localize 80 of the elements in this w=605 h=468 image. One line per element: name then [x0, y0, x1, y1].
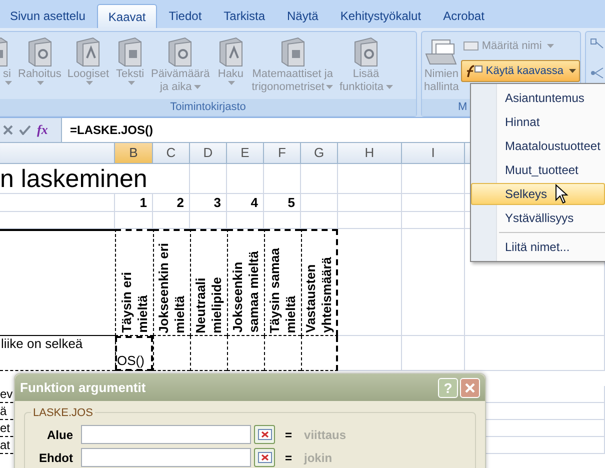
- group-label: Toimintokirjasto: [0, 99, 416, 116]
- close-icon: [465, 382, 475, 392]
- menu-item[interactable]: Selkeys: [471, 183, 605, 205]
- cell-text: 2: [176, 195, 184, 210]
- argument-label: Ehdot: [38, 450, 74, 466]
- grid-cell: [301, 212, 338, 229]
- ribbon-tab[interactable]: Kehitystyökalut: [330, 4, 432, 28]
- caret-icon: [86, 81, 93, 85]
- grid-cell: [338, 336, 402, 371]
- caret-icon: [546, 44, 554, 48]
- argument-result: jokin: [304, 450, 332, 466]
- caret-icon: [128, 81, 135, 85]
- caret-icon: [568, 69, 576, 73]
- function-icon: [464, 64, 483, 78]
- column-header[interactable]: I: [402, 143, 465, 163]
- collapse-dialog-button[interactable]: [254, 425, 275, 444]
- cell-text: 5: [288, 195, 295, 210]
- mouse-pointer-icon: [555, 184, 569, 204]
- menu-item[interactable]: Liitä nimet...: [471, 236, 605, 258]
- column-header[interactable]: D: [190, 143, 227, 163]
- ribbon-tab[interactable]: Tarkista: [214, 4, 275, 28]
- argument-result: viittaus: [304, 426, 346, 444]
- cell-text: ev: [0, 387, 13, 401]
- grid-cell: [338, 164, 402, 194]
- grid-cell: [338, 212, 402, 229]
- cell-text: 4: [250, 195, 258, 210]
- ribbon-tab[interactable]: Acrobat: [433, 4, 494, 28]
- caret-icon: [326, 85, 334, 90]
- cell-text: et: [0, 421, 10, 435]
- argument-field[interactable]: [81, 448, 251, 467]
- menu-item[interactable]: Muut_tuotteet: [471, 159, 605, 181]
- column-heading-text: Täysin eri mieltä: [118, 272, 150, 333]
- menu-item[interactable]: Maataloustuotteet: [471, 135, 605, 157]
- formula-text: =LASKE.JOS(): [70, 122, 154, 139]
- cell-text: liike on selkeä: [1, 336, 83, 351]
- column-header[interactable]: C: [153, 143, 190, 163]
- range-icon: [258, 452, 272, 463]
- caret-icon: [386, 85, 393, 90]
- argument-label: Alue: [46, 426, 74, 444]
- column-header[interactable]: E: [227, 143, 264, 163]
- column-heading-text: Neutraali mielipide: [193, 276, 225, 333]
- sheet-title: n laskeminen: [0, 164, 148, 194]
- dialog-title: Funktion argumentit: [20, 378, 146, 397]
- use-in-formula-button[interactable]: Käytä kaavassa: [460, 60, 580, 82]
- tag-icon: [462, 41, 479, 51]
- column-heading-text: Jokseenkin samaa mieltä: [230, 251, 262, 333]
- column-heading-text: Vastausten yhteismäärä: [303, 257, 335, 333]
- cell-text: 3: [214, 195, 221, 210]
- column-header[interactable]: G: [301, 143, 338, 163]
- equals-sign: =: [285, 426, 292, 444]
- range-icon: [258, 429, 272, 440]
- insert-function-button[interactable]: fx: [37, 120, 48, 140]
- column-header[interactable]: H: [338, 143, 402, 163]
- trace-icon: [590, 66, 604, 80]
- ribbon-tab[interactable]: Näytä: [277, 4, 328, 28]
- cancel-icon[interactable]: [3, 125, 13, 135]
- caret-icon: [37, 81, 44, 85]
- check-icon[interactable]: [19, 125, 31, 135]
- collapse-dialog-button[interactable]: [254, 448, 275, 467]
- caret-icon: [4, 81, 12, 85]
- menu-item[interactable]: Ystävällisyys: [471, 207, 605, 229]
- cell-text: OS(): [116, 352, 144, 370]
- grid-cell: [338, 194, 402, 212]
- cell-text: at: [0, 438, 10, 452]
- column-header[interactable]: F: [264, 143, 301, 163]
- grid-cell: [301, 164, 338, 194]
- caret-icon: [194, 85, 201, 90]
- cell-text: ä: [0, 404, 7, 418]
- grid-cell: [402, 336, 465, 371]
- column-heading-text: Jokseenkin eri mieltä: [156, 242, 188, 333]
- column-heading-text: Täysin samaa mieltä: [267, 248, 299, 333]
- argument-field[interactable]: [81, 425, 251, 444]
- cell-text: 1: [140, 195, 147, 210]
- column-header[interactable]: B: [115, 143, 153, 163]
- caret-icon: [228, 81, 236, 85]
- ribbon-tab[interactable]: Sivun asettelu: [0, 4, 96, 28]
- ribbon-tab[interactable]: Kaavat: [97, 4, 157, 28]
- ribbon-tab[interactable]: Tiedot: [158, 4, 212, 28]
- close-button[interactable]: [460, 378, 480, 398]
- equals-sign: =: [285, 450, 292, 466]
